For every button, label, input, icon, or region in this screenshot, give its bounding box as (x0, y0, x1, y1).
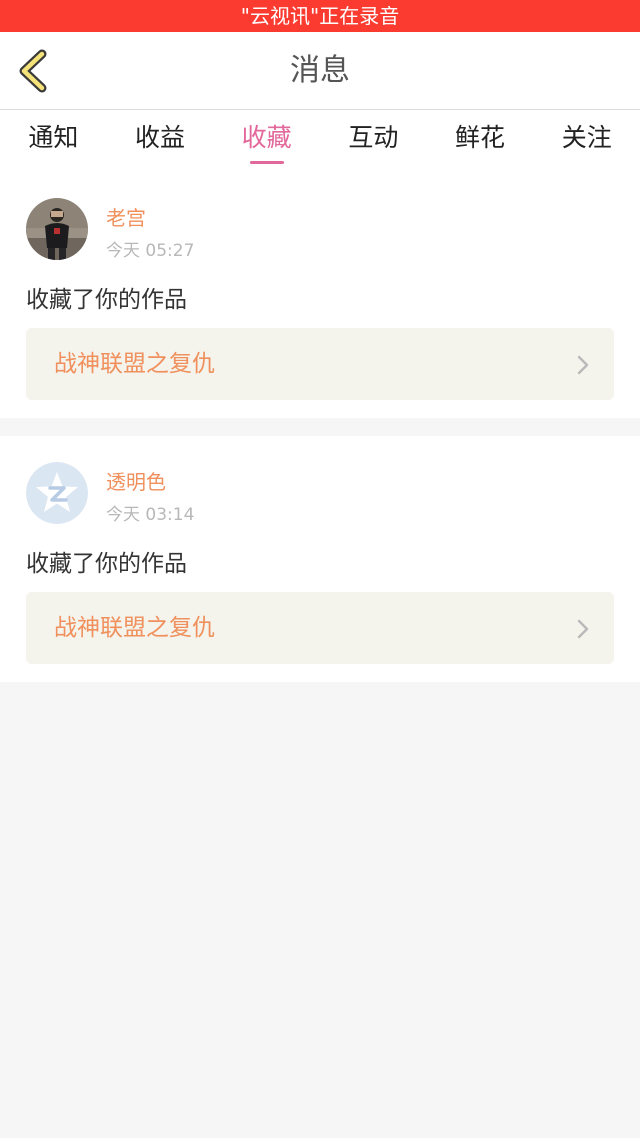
tab-bar: 通知 收益 收藏 互动 鲜花 关注 (0, 110, 640, 172)
active-tab-indicator (249, 161, 284, 164)
action-text: 收藏了你的作品 (26, 287, 187, 313)
message-card: 透明色 今天 03:14 收藏了你的作品 战神联盟之复仇 (0, 436, 640, 682)
tab-favorites[interactable]: 收藏 (213, 110, 320, 172)
tab-notifications[interactable]: 通知 (0, 110, 107, 172)
user-photo-avatar (26, 198, 88, 260)
recording-status-bar: "云视讯"正在录音 (0, 0, 640, 32)
work-link[interactable]: 战神联盟之复仇 (26, 592, 614, 664)
timestamp: 今天 03:14 (106, 505, 195, 525)
default-avatar-icon (26, 462, 88, 524)
chevron-right-icon (577, 619, 589, 639)
tab-label: 通知 (28, 123, 79, 152)
avatar[interactable] (26, 198, 88, 260)
tab-label: 收益 (135, 123, 186, 152)
tab-label: 鲜花 (455, 123, 506, 152)
work-title: 战神联盟之复仇 (54, 615, 215, 641)
recording-status-text: "云视讯"正在录音 (240, 4, 400, 28)
action-text: 收藏了你的作品 (26, 551, 187, 577)
tab-flowers[interactable]: 鲜花 (427, 110, 534, 172)
username[interactable]: 老宫 (106, 202, 146, 231)
work-link[interactable]: 战神联盟之复仇 (26, 328, 614, 400)
work-title: 战神联盟之复仇 (54, 351, 215, 377)
message-card: 老宫 今天 05:27 收藏了你的作品 战神联盟之复仇 (0, 172, 640, 418)
tab-earnings[interactable]: 收益 (107, 110, 214, 172)
tab-label: 关注 (561, 123, 612, 152)
nav-bar: 消息 (0, 32, 640, 110)
page-title: 消息 (290, 53, 350, 88)
tab-follows[interactable]: 关注 (533, 110, 640, 172)
chevron-right-icon (577, 355, 589, 375)
timestamp: 今天 05:27 (106, 241, 195, 261)
tab-label: 收藏 (241, 123, 292, 152)
tab-label: 互动 (348, 123, 399, 152)
avatar[interactable] (26, 462, 88, 524)
username[interactable]: 透明色 (106, 466, 166, 495)
tab-interactions[interactable]: 互动 (320, 110, 427, 172)
